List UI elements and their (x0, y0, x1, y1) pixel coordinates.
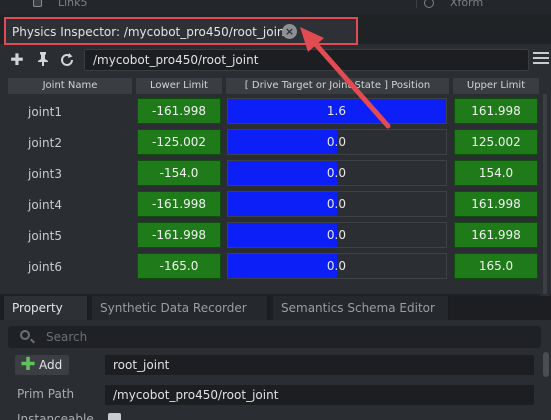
property-scrollbar[interactable] (543, 352, 549, 377)
lower-limit-field[interactable]: -154.0 (137, 160, 221, 186)
plus-icon: ✚ (20, 354, 36, 375)
drive-value: 0.0 (326, 259, 346, 273)
property-panel: Property Synthetic Data Recorder Semanti… (0, 296, 551, 420)
joint-name: joint2 (28, 136, 62, 150)
upper-limit-field[interactable]: 161.998 (454, 222, 538, 248)
search-placeholder: Search (46, 330, 88, 344)
header-lower-limit: Lower Limit (136, 78, 222, 94)
inspector-tab[interactable]: Physics Inspector: /mycobot_pro450/root_… (4, 17, 358, 45)
instanceable-label: Instanceable (17, 412, 94, 420)
visibility-icon[interactable] (424, 0, 434, 8)
inspector-toolbar: ✚ /mycobot_pro450/root_joint (0, 46, 551, 74)
upper-limit-field[interactable]: 161.998 (454, 191, 538, 217)
pin-icon[interactable] (34, 51, 52, 69)
search-icon (20, 330, 30, 340)
drive-slider[interactable]: 0.0 (227, 253, 447, 279)
vertical-scrollbar[interactable] (540, 94, 550, 299)
tab-property[interactable]: Property (4, 296, 88, 320)
drive-slider[interactable]: 0.0 (227, 222, 447, 248)
joint-name: joint6 (28, 260, 62, 274)
lower-limit-field[interactable]: -161.998 (137, 191, 221, 217)
drive-value: 0.0 (326, 197, 346, 211)
stage-row[interactable]: Link5 Xform (0, 0, 551, 12)
joint-name: joint3 (28, 167, 62, 181)
tab-synthetic-data-recorder[interactable]: Synthetic Data Recorder (92, 296, 268, 320)
inspector-title: Physics Inspector: /mycobot_pro450/root_… (12, 25, 290, 39)
scrollbar-thumb[interactable] (543, 94, 547, 294)
header-joint-name: Joint Name (8, 78, 132, 94)
prim-name-field[interactable]: root_joint (105, 355, 534, 375)
header-drive-position: [ Drive Target or Joint State ] Position (226, 78, 449, 94)
drive-slider[interactable]: 0.0 (227, 160, 447, 186)
add-button-label: Add (39, 358, 63, 372)
panel-titlebar: Physics Inspector: /mycobot_pro450/root_… (0, 14, 551, 45)
drive-value: 1.6 (326, 104, 346, 118)
menu-icon[interactable] (533, 52, 549, 66)
prim-path-label: Prim Path (17, 387, 75, 401)
add-icon[interactable]: ✚ (8, 51, 26, 69)
stage-tree-strip: Link5 Xform (0, 0, 551, 14)
joint-name: joint1 (28, 105, 62, 119)
close-icon[interactable]: × (282, 24, 297, 39)
lower-limit-field[interactable]: -161.998 (137, 222, 221, 248)
header-upper-limit: Upper Limit (453, 78, 539, 94)
lower-limit-field[interactable]: -161.998 (137, 98, 221, 124)
drive-fill (228, 192, 337, 216)
physics-inspector-panel: Physics Inspector: /mycobot_pro450/root_… (0, 14, 551, 299)
property-tabbar: Property Synthetic Data Recorder Semanti… (0, 296, 551, 320)
stage-item-label: Link5 (58, 0, 88, 9)
upper-limit-field[interactable]: 125.002 (454, 129, 538, 155)
drive-slider[interactable]: 1.6 (227, 98, 447, 124)
upper-limit-field[interactable]: 154.0 (454, 160, 538, 186)
joint-name: joint5 (28, 229, 62, 243)
prim-path-field[interactable]: /mycobot_pro450/root_joint (105, 385, 534, 405)
refresh-icon[interactable] (58, 51, 76, 69)
drive-fill (228, 130, 337, 154)
prim-path-input[interactable]: /mycobot_pro450/root_joint (84, 49, 529, 71)
joint-name: joint4 (28, 198, 62, 212)
column-divider (416, 0, 417, 8)
instanceable-checkbox[interactable] (108, 413, 121, 420)
add-button[interactable]: ✚ Add (15, 355, 69, 375)
drive-fill (228, 254, 337, 278)
upper-limit-field[interactable]: 165.0 (454, 253, 538, 279)
drive-value: 0.0 (326, 166, 346, 180)
drive-fill (228, 161, 337, 185)
tab-semantics-schema-editor[interactable]: Semantics Schema Editor (273, 296, 449, 320)
lower-limit-field[interactable]: -165.0 (137, 253, 221, 279)
search-input[interactable]: Search (8, 326, 541, 348)
drive-value: 0.0 (326, 135, 346, 149)
upper-limit-field[interactable]: 161.998 (454, 98, 538, 124)
stage-type-label: Xform (450, 0, 484, 9)
drive-slider[interactable]: 0.0 (227, 191, 447, 217)
lower-limit-field[interactable]: -125.002 (137, 129, 221, 155)
prim-icon (33, 0, 42, 7)
drive-slider[interactable]: 0.0 (227, 129, 447, 155)
drive-value: 0.0 (326, 228, 346, 242)
drive-fill (228, 223, 337, 247)
